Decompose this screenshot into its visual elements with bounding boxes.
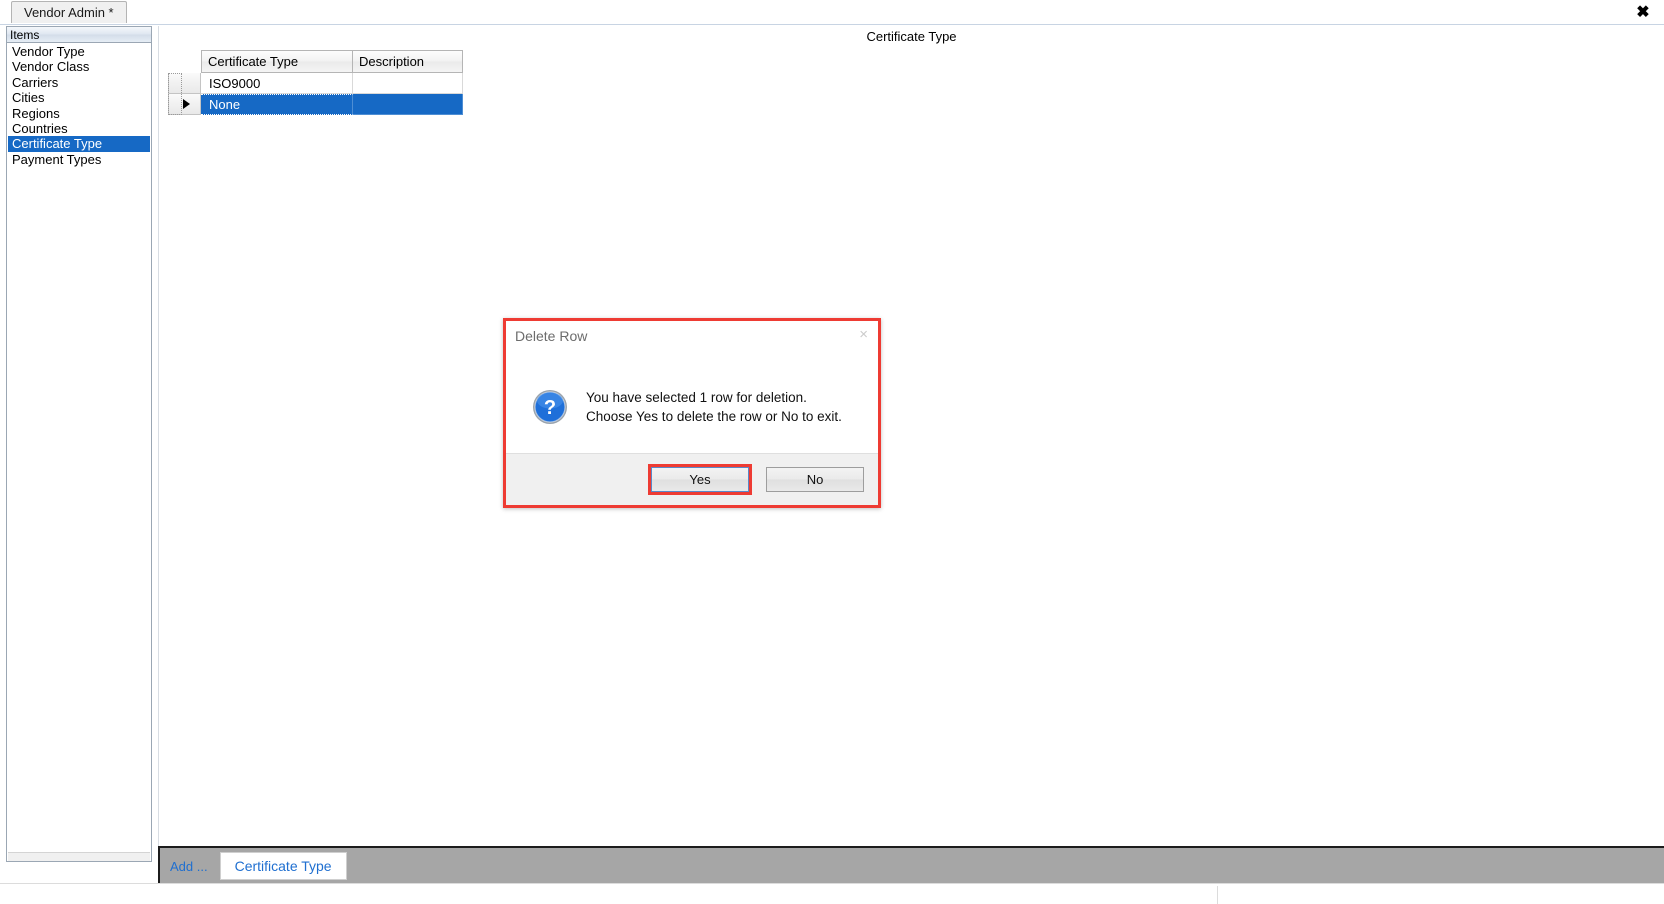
delete-row-dialog: Delete Row × ? You have selected 1 row f… [503,318,881,508]
grid-cell-certificate-type[interactable]: None [201,94,353,115]
close-icon[interactable]: ✖ [1632,2,1654,22]
sidebar-item-label: Vendor Type [12,44,85,59]
grid-column-header-label: Description [359,54,425,69]
grid-header-row: Certificate Type Description [168,50,463,73]
svg-text:?: ? [544,397,556,419]
sidebar-item-carriers[interactable]: Carriers [8,75,150,90]
sidebar-item-label: Regions [12,105,60,121]
dialog-titlebar: Delete Row × [506,321,878,361]
table-row[interactable]: None [168,94,463,115]
sidebar-item-label: Certificate Type [12,136,103,152]
application-window: Vendor Admin * ✖ Items Vendor Type Vendo… [0,0,1664,904]
sidebar-item-cities[interactable]: Cities [8,90,150,105]
items-panel-header: Items [7,27,151,43]
dialog-footer: Yes No [506,453,878,505]
status-bar [0,883,1664,904]
sidebar-item-label: Payment Types [12,151,102,167]
no-button-label: No [806,472,824,487]
yes-button-label: Yes [689,472,711,487]
tab-vendor-admin[interactable]: Vendor Admin * [11,1,127,23]
main-content: Certificate Type Certificate Type Descri… [158,26,1664,848]
sidebar-item-regions[interactable]: Regions [8,106,150,121]
sidebar-item-certificate-type[interactable]: Certificate Type [8,136,150,152]
page-title: Certificate Type [866,29,957,44]
bottom-tab-label: Certificate Type [234,858,332,874]
sidebar-item-label: Carriers [12,74,59,90]
status-bar-divider [1217,886,1218,904]
question-icon: ? [532,389,568,425]
grid-cell-description[interactable] [353,94,463,115]
bottom-toolbar: Add ... Certificate Type [158,846,1664,884]
grid-column-header-certificate-type[interactable]: Certificate Type [201,50,353,73]
sidebar-item-label: Countries [12,120,68,136]
grid-row-selector-current[interactable] [168,94,201,115]
grid-cell-description[interactable] [353,73,463,94]
grid-rowselector-header [168,50,201,73]
sidebar-item-payment-types[interactable]: Payment Types [8,152,150,167]
yes-button[interactable]: Yes [651,467,749,492]
items-list[interactable]: Vendor Type Vendor Class Carriers Cities… [8,44,150,852]
sidebar-item-vendor-class[interactable]: Vendor Class [8,59,150,74]
dialog-title: Delete Row [515,328,588,344]
dialog-message: You have selected 1 row for deletion. Ch… [586,388,842,426]
grid-column-header-description[interactable]: Description [353,50,463,73]
tab-strip: Vendor Admin * ✖ [0,0,1664,25]
add-button[interactable]: Add ... [170,859,208,874]
no-button[interactable]: No [766,467,864,492]
sidebar-item-countries[interactable]: Countries [8,121,150,136]
sidebar-item-label: Vendor Class [12,59,90,75]
dialog-message-line-1: You have selected 1 row for deletion. [586,390,807,405]
items-panel-horizontal-scrollbar[interactable] [8,852,150,861]
dialog-body: ? You have selected 1 row for deletion. … [506,361,878,453]
dialog-message-line-2: Choose Yes to delete the row or No to ex… [586,409,842,424]
certificate-type-grid[interactable]: Certificate Type Description ISO9000 Non… [168,50,463,115]
grid-column-header-label: Certificate Type [208,54,299,69]
sidebar-item-vendor-type[interactable]: Vendor Type [8,44,150,59]
tab-vendor-admin-label: Vendor Admin * [24,5,114,20]
sidebar-item-label: Cities [12,90,45,106]
yes-button-highlight: Yes [648,464,752,495]
dialog-close-icon[interactable]: × [859,327,868,342]
bottom-tab-certificate-type[interactable]: Certificate Type [219,852,347,880]
table-row[interactable]: ISO9000 [168,73,463,94]
items-panel: Items Vendor Type Vendor Class Carriers … [6,26,152,862]
grid-row-selector[interactable] [168,73,201,94]
grid-cell-certificate-type[interactable]: ISO9000 [201,73,353,94]
